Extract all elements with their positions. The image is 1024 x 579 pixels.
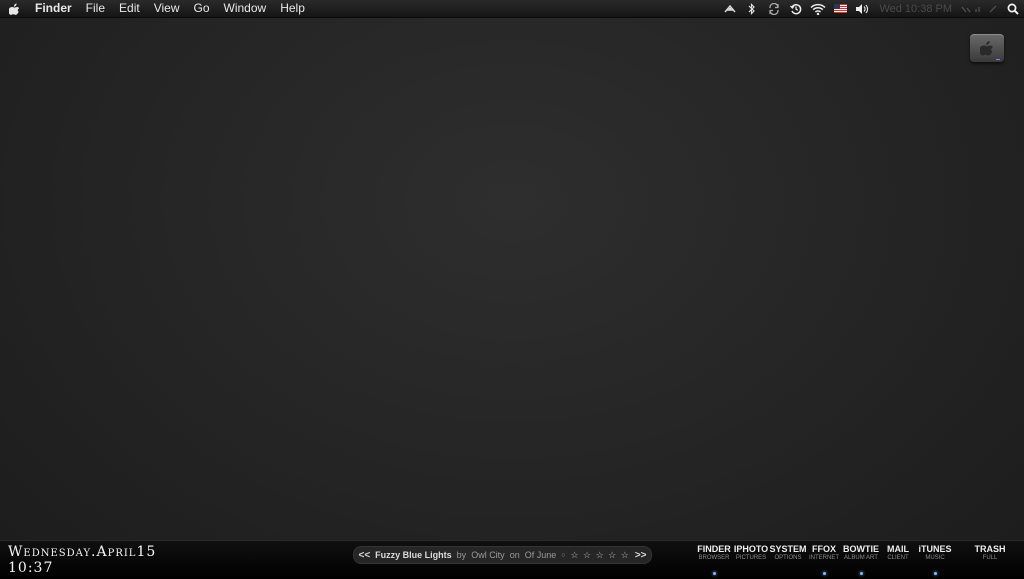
on-label: on <box>509 550 520 560</box>
dock-sublabel: FULL <box>982 555 998 561</box>
dock-label: TRASH <box>974 544 1006 554</box>
rating-clear-icon[interactable]: ○ <box>561 552 565 559</box>
dock-label: IPHOTO <box>733 544 769 554</box>
dock-sublabel: CLIENT <box>887 555 909 561</box>
date-label: Wednesday.April15 <box>8 544 157 560</box>
bottom-bar: Wednesday.April15 10:37 << Fuzzy Blue Li… <box>0 540 1024 579</box>
dock-label: FFOX <box>812 544 836 554</box>
dock-sublabel: BROWSER <box>698 555 730 561</box>
hard-drive-icon[interactable] <box>970 34 1004 62</box>
dock-sublabel: MUSIC <box>925 555 945 561</box>
menu-file[interactable]: File <box>79 0 112 17</box>
running-indicator <box>933 572 937 575</box>
signal-bars-icon[interactable] <box>958 0 1002 17</box>
now-playing-widget: << Fuzzy Blue Lights by Owl City on Of J… <box>353 546 652 564</box>
apple-menu-icon[interactable] <box>0 0 28 17</box>
menubar-clock[interactable]: Wed 10:38 PM <box>873 3 958 15</box>
menu-go[interactable]: Go <box>187 0 217 17</box>
bluetooth-icon[interactable] <box>741 0 763 17</box>
time-machine-icon[interactable] <box>785 0 807 17</box>
dock-label: SYSTEM <box>769 544 807 554</box>
album-name: Of June <box>524 550 557 560</box>
rating-stars[interactable]: ☆ ☆ ☆ ☆ ☆ <box>570 550 629 561</box>
running-indicator <box>822 572 826 575</box>
menu-finder[interactable]: Finder <box>28 0 79 17</box>
date-time-widget: Wednesday.April15 10:37 <box>8 544 156 576</box>
dock-item-trash[interactable]: TRASH FULL <box>968 544 1012 575</box>
spotlight-search-icon[interactable] <box>1002 0 1024 17</box>
menu-edit[interactable]: Edit <box>112 0 147 17</box>
time-label: 10:37 <box>8 560 54 576</box>
us-flag-icon[interactable] <box>829 0 851 17</box>
menu-view[interactable]: View <box>147 0 187 17</box>
menu-bar: Finder File Edit View Go Window Help Wed… <box>0 0 1024 18</box>
dock-item-itunes[interactable]: iTUNES MUSIC <box>913 544 957 575</box>
dashboard-icon[interactable] <box>719 0 741 17</box>
sync-icon[interactable] <box>763 0 785 17</box>
song-title: Fuzzy Blue Lights <box>375 550 452 560</box>
dock-label: BOWTIE <box>843 544 879 554</box>
menu-help[interactable]: Help <box>273 0 312 17</box>
artist-name: Owl City <box>471 550 505 560</box>
dock-sublabel: ALBUM ART <box>844 555 878 561</box>
menu-window[interactable]: Window <box>217 0 274 17</box>
dock-label: iTUNES <box>918 544 952 554</box>
drive-activity-led <box>996 59 1000 60</box>
dock-label: FINDER <box>697 544 731 554</box>
running-indicator <box>712 572 716 575</box>
dock-label: MAIL <box>887 544 909 554</box>
volume-icon[interactable] <box>851 0 873 17</box>
dock-sublabel: INTERNET <box>809 555 839 561</box>
previous-track-button[interactable]: << <box>358 550 370 561</box>
dock-sublabel: PICTURES <box>735 555 767 561</box>
running-indicator <box>859 572 863 575</box>
next-track-button[interactable]: >> <box>635 550 647 561</box>
dock-sublabel: OPTIONS <box>774 555 802 561</box>
by-label: by <box>456 550 467 560</box>
wifi-icon[interactable] <box>807 0 829 17</box>
